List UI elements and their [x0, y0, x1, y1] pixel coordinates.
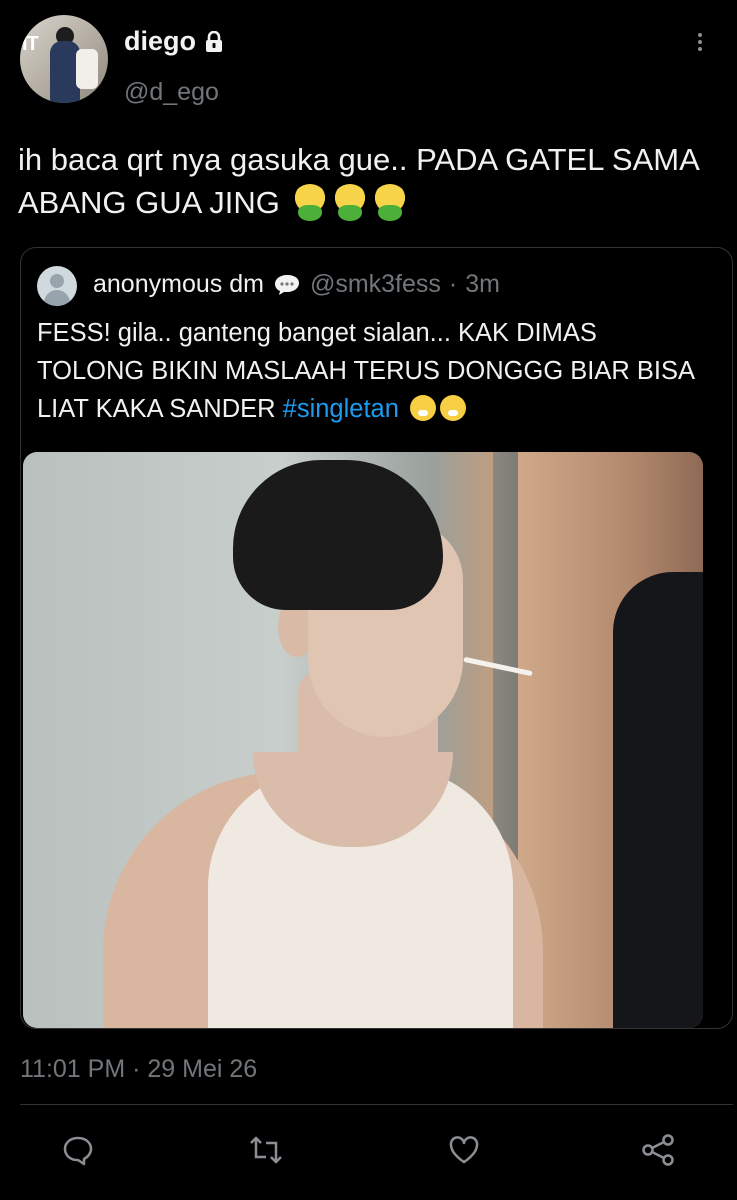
- more-options-icon[interactable]: [690, 30, 710, 60]
- quoted-avatar[interactable]: [37, 266, 77, 306]
- vomit-emoji-icon: [332, 184, 369, 221]
- tweet-date: 29 Mei 26: [147, 1055, 258, 1083]
- tweet-header: IT diego @d_ego: [0, 0, 737, 120]
- tweet-timestamp[interactable]: 11:01 PM · 29 Mei 26: [20, 1055, 257, 1084]
- avatar-figure-jacket: [76, 49, 98, 89]
- tweet-text: ih baca qrt nya gasuka gue.. PADA GATEL …: [18, 138, 718, 224]
- quoted-time[interactable]: 3m: [465, 270, 500, 299]
- like-icon[interactable]: [434, 1120, 494, 1180]
- retweet-icon[interactable]: [236, 1120, 296, 1180]
- lock-icon: [203, 30, 225, 53]
- tweet-actions: [0, 1120, 737, 1180]
- quoted-author-name[interactable]: anonymous dm: [93, 270, 264, 299]
- vomit-emoji-icon: [292, 184, 329, 221]
- date-separator: ·: [132, 1055, 141, 1083]
- avatar[interactable]: IT: [20, 15, 108, 103]
- exhaling-emoji-icon: [440, 395, 467, 421]
- author-handle[interactable]: @d_ego: [124, 78, 219, 107]
- hashtag-link[interactable]: #singletan: [283, 395, 399, 423]
- author-name[interactable]: diego: [124, 26, 196, 57]
- tweet-time: 11:01 PM: [20, 1055, 126, 1083]
- quoted-tweet-card[interactable]: anonymous dm @smk3fess · 3m FESS! gila..…: [20, 247, 733, 1029]
- author-name-row[interactable]: diego: [124, 26, 225, 57]
- reply-icon[interactable]: [48, 1120, 108, 1180]
- quoted-header: anonymous dm @smk3fess · 3m: [93, 270, 500, 299]
- exhaling-emoji-icon: [410, 395, 437, 421]
- avatar-text: IT: [22, 33, 39, 55]
- quoted-handle[interactable]: @smk3fess: [310, 270, 441, 299]
- speech-bubble-icon: [274, 274, 300, 296]
- quoted-photo[interactable]: [23, 452, 703, 1028]
- quoted-text: FESS! gila.. ganteng banget sialan... KA…: [37, 314, 707, 428]
- quoted-separator: ·: [448, 270, 458, 298]
- share-icon[interactable]: [628, 1120, 688, 1180]
- divider: [20, 1104, 733, 1105]
- vomit-emoji-icon: [372, 184, 409, 221]
